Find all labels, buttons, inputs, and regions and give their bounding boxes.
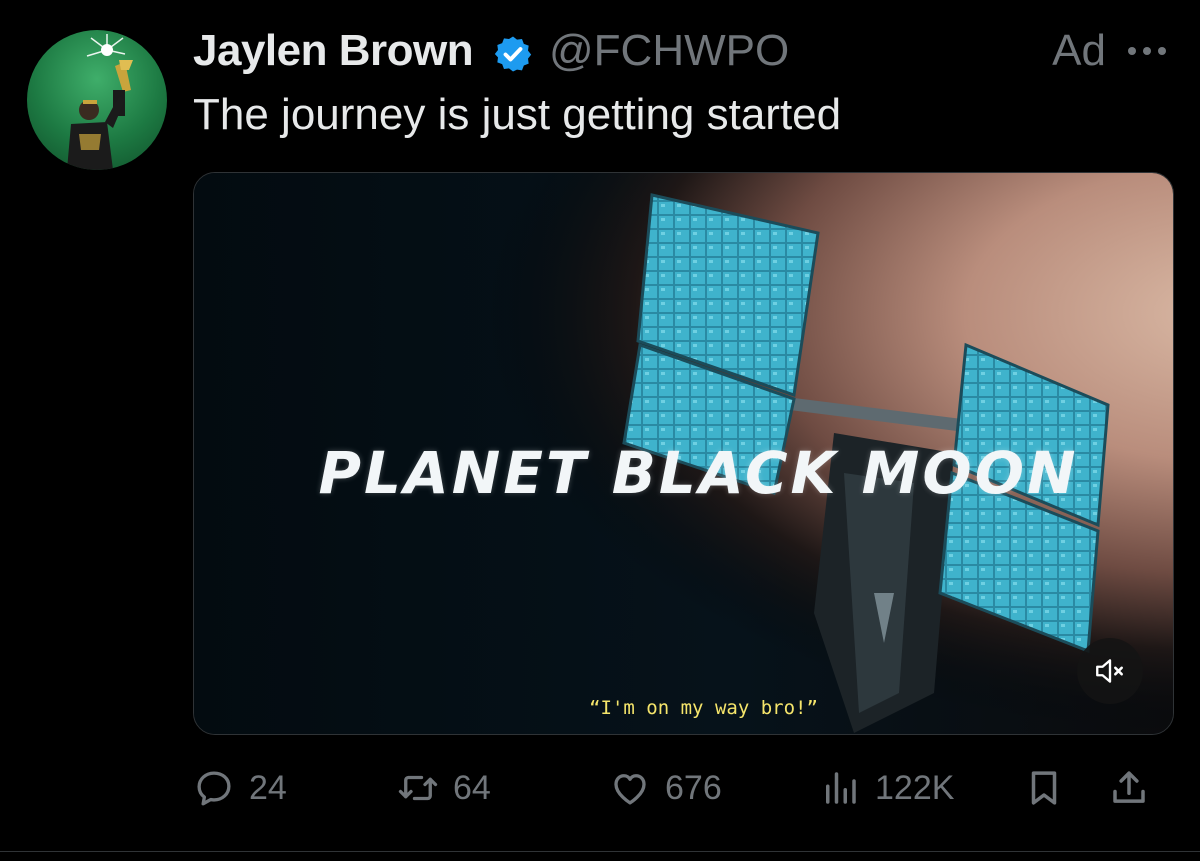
share-icon	[1113, 771, 1145, 803]
author-avatar[interactable]	[27, 30, 167, 170]
more-icon[interactable]	[1124, 36, 1170, 66]
divider	[0, 851, 1200, 852]
reply-icon	[197, 771, 231, 806]
views-count: 122K	[875, 768, 955, 807]
like-button[interactable]: 676	[609, 760, 722, 816]
bookmark-icon	[1031, 771, 1057, 805]
video-title: PLANET BLACK MOON	[318, 439, 1079, 507]
tweet-header: Jaylen Brown @FCHWPO Ad	[193, 22, 1200, 78]
views-button[interactable]: 122K	[819, 760, 954, 816]
like-count: 676	[665, 768, 722, 807]
ad-label: Ad	[1052, 26, 1106, 75]
bookmark-button[interactable]	[1023, 760, 1065, 816]
heart-icon	[614, 774, 646, 805]
share-button[interactable]	[1108, 760, 1150, 816]
video-player[interactable]: PLANET BLACK MOON “I'm on my way bro!”	[193, 172, 1174, 735]
video-subtitle: “I'm on my way bro!”	[589, 697, 818, 719]
reply-button[interactable]: 24	[193, 760, 287, 816]
repost-button[interactable]: 64	[397, 760, 491, 816]
repost-count: 64	[453, 768, 491, 807]
author-name[interactable]: Jaylen Brown	[193, 26, 474, 76]
tweet-text: The journey is just getting started	[193, 90, 842, 139]
views-icon	[826, 772, 856, 804]
reply-count: 24	[249, 768, 287, 807]
tweet-actions: 24 64 676 122K	[193, 760, 1172, 816]
repost-icon	[398, 775, 438, 801]
mute-icon	[1096, 659, 1123, 683]
verified-badge-icon	[494, 36, 532, 72]
avatar-image	[67, 34, 133, 170]
author-handle[interactable]: @FCHWPO	[549, 26, 789, 76]
mute-button[interactable]	[1077, 638, 1143, 704]
